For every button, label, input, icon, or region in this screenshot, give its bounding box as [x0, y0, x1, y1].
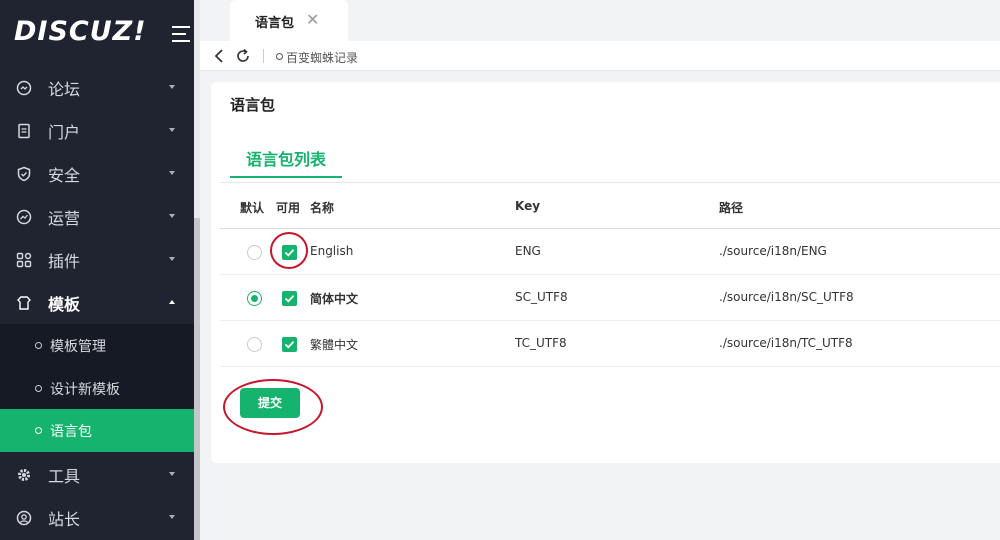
forum-icon [16, 80, 32, 96]
submenu-item-label: 模板管理 [50, 339, 106, 355]
sidebar: DISCUZ! 论坛 门户 安全 运营 插件 模板 模板管理 设计新模板 语言包… [0, 0, 194, 540]
address-text[interactable]: 百变蜘蛛记录 [286, 49, 358, 66]
table-row: 简体中文 SC_UTF8 ./source/i18n/SC_UTF8 [220, 275, 1000, 321]
row-key: SC_UTF8 [515, 290, 568, 304]
portal-icon [16, 123, 32, 139]
sidebar-item-tools[interactable]: 工具 [0, 453, 194, 496]
enabled-checkbox[interactable] [282, 291, 297, 306]
gear-icon [16, 467, 32, 483]
shield-icon [16, 166, 32, 182]
sidebar-item-label: 模板 [48, 294, 81, 314]
enabled-checkbox[interactable] [282, 245, 297, 260]
column-header-name: 名称 [310, 201, 335, 215]
sidebar-item-portal[interactable]: 门户 [0, 109, 194, 152]
default-radio[interactable] [247, 291, 262, 306]
content-card: 语言包 语言包列表 默认 可用 名称 Key 路径 English ENG ./… [211, 82, 1000, 463]
default-radio[interactable] [247, 337, 262, 352]
divider [263, 49, 264, 63]
row-name: English [310, 244, 354, 258]
column-header-enabled: 可用 [276, 201, 301, 215]
tab-language-pack-list[interactable]: 语言包列表 [230, 144, 342, 178]
chevron-down-icon [169, 257, 175, 261]
sidebar-item-label: 站长 [48, 509, 81, 529]
row-path: ./source/i18n/TC_UTF8 [719, 336, 853, 350]
tab-bar: 语言包 ✕ [200, 0, 1000, 41]
default-radio[interactable] [247, 245, 262, 260]
chevron-up-icon [169, 300, 175, 304]
row-name: 繁體中文 [310, 338, 359, 352]
submenu-item-label: 语言包 [50, 424, 92, 440]
column-header-default: 默认 [240, 201, 265, 215]
sidebar-item-security[interactable]: 安全 [0, 152, 194, 195]
chevron-down-icon [169, 171, 175, 175]
scrollbar-thumb[interactable] [194, 218, 200, 540]
column-header-key: Key [515, 199, 541, 213]
page-title: 语言包 [230, 96, 276, 114]
enabled-checkbox[interactable] [282, 337, 297, 352]
submenu-item-language-pack[interactable]: 语言包 [0, 409, 194, 452]
sidebar-item-label: 论坛 [48, 79, 81, 99]
back-icon[interactable] [212, 47, 228, 65]
submit-button[interactable]: 提交 [240, 388, 300, 418]
sidebar-scrollbar[interactable] [194, 0, 200, 540]
sidebar-item-label: 安全 [48, 165, 81, 185]
template-icon [16, 295, 32, 311]
sidebar-item-webmaster[interactable]: 站长 [0, 496, 194, 539]
refresh-icon[interactable] [235, 47, 251, 65]
submenu-item-template-management[interactable]: 模板管理 [0, 324, 194, 367]
table-row: English ENG ./source/i18n/ENG [220, 229, 1000, 275]
row-key: ENG [515, 244, 541, 258]
row-path: ./source/i18n/ENG [719, 244, 827, 258]
menu-toggle-icon[interactable] [170, 24, 190, 44]
table-row: 繁體中文 TC_UTF8 ./source/i18n/TC_UTF8 [220, 321, 1000, 367]
plugin-icon [16, 252, 32, 268]
sidebar-item-operations[interactable]: 运营 [0, 195, 194, 238]
bullet-icon [35, 385, 42, 392]
tab-language-pack[interactable]: 语言包 ✕ [230, 0, 348, 41]
submenu-item-label: 设计新模板 [50, 382, 120, 398]
tab-label: 语言包 [255, 16, 295, 31]
sidebar-item-plugins[interactable]: 插件 [0, 238, 194, 281]
row-path: ./source/i18n/SC_UTF8 [719, 290, 854, 304]
logo-row: DISCUZ! [0, 0, 194, 66]
address-bar: 百变蜘蛛记录 [200, 41, 1000, 71]
sidebar-item-label: 门户 [48, 122, 81, 142]
row-key: TC_UTF8 [515, 336, 567, 350]
bullet-icon [35, 427, 42, 434]
sidebar-item-templates[interactable]: 模板 [0, 281, 194, 324]
row-name: 简体中文 [310, 292, 359, 306]
operations-icon [16, 209, 32, 225]
chevron-down-icon [169, 515, 175, 519]
chevron-down-icon [169, 128, 175, 132]
table-header: 默认 可用 名称 Key 路径 [220, 183, 1000, 229]
chevron-down-icon [169, 472, 175, 476]
sidebar-item-label: 工具 [48, 466, 81, 486]
bullet-icon [35, 342, 42, 349]
submenu-item-design-template[interactable]: 设计新模板 [0, 367, 194, 410]
chevron-down-icon [169, 214, 175, 218]
sidebar-item-label: 插件 [48, 251, 81, 271]
discuz-logo: DISCUZ! [14, 16, 147, 47]
chevron-down-icon [169, 85, 175, 89]
webmaster-icon [16, 510, 32, 526]
close-icon[interactable]: ✕ [306, 10, 319, 29]
circle-icon [276, 53, 283, 60]
sidebar-item-forum[interactable]: 论坛 [0, 66, 194, 109]
sidebar-item-label: 运营 [48, 208, 81, 228]
column-header-path: 路径 [719, 201, 744, 215]
subtab-label: 语言包列表 [246, 150, 327, 169]
